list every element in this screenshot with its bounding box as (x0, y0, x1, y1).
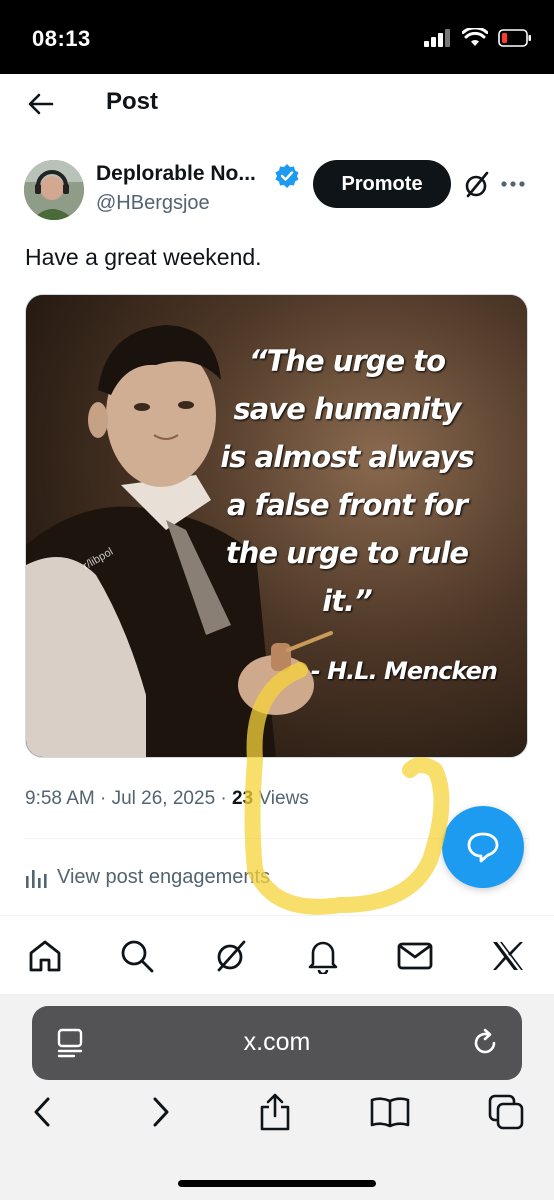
home-icon (29, 940, 61, 972)
browser-forward-button[interactable] (139, 1090, 183, 1134)
chevron-right-icon (153, 1097, 169, 1127)
status-icons (424, 28, 532, 48)
status-time: 08:13 (32, 26, 91, 51)
post-header: Post (0, 74, 554, 134)
quote-line: the urge to rule it.” (225, 536, 469, 618)
verified-badge-icon (275, 164, 299, 188)
tab-notifications[interactable] (303, 936, 343, 976)
bottom-tab-bar (0, 915, 554, 995)
promote-button[interactable]: Promote (313, 160, 451, 208)
reload-icon[interactable] (470, 1028, 500, 1058)
x-logo-icon (493, 942, 523, 970)
post-meta: 9:58 AM · Jul 26, 2025 · 23 Views (25, 788, 309, 810)
wifi-icon (462, 28, 488, 46)
quote-line: a false front for (226, 488, 468, 522)
quote-text: “The urge to save humanity is almost alw… (197, 337, 497, 625)
messages-icon (397, 942, 433, 970)
views-label: Views (258, 788, 309, 809)
tab-x-premium[interactable] (488, 936, 528, 976)
analytics-icon (26, 869, 47, 888)
engagements-label: View post engagements (57, 866, 271, 888)
grok-icon[interactable] (462, 170, 492, 200)
tab-home[interactable] (25, 936, 65, 976)
quote-line: save humanity (233, 392, 462, 426)
grok-icon (217, 940, 246, 972)
tab-search[interactable] (117, 936, 157, 976)
status-bar: 08:13 (0, 0, 554, 74)
back-arrow-icon (28, 93, 54, 115)
back-button[interactable] (22, 86, 58, 122)
tabs-icon (488, 1094, 524, 1130)
chevron-left-icon (34, 1097, 50, 1127)
quote-attribution: - H.L. Mencken (310, 657, 498, 685)
url-text[interactable]: x.com (32, 1028, 522, 1057)
meta-separator: · (220, 788, 233, 809)
cellular-signal-icon (424, 29, 450, 47)
post-image[interactable]: r/libpol “The urge to save humanity is a… (25, 294, 528, 758)
page-title: Post (106, 88, 159, 115)
post-text: Have a great weekend. (25, 244, 262, 270)
post-date[interactable]: Jul 26, 2025 (112, 788, 216, 809)
notifications-icon (308, 941, 338, 974)
quote-line: is almost always (220, 440, 474, 474)
views-count: 23 (232, 788, 254, 809)
book-icon (370, 1097, 410, 1128)
meta-separator: · (100, 788, 112, 809)
avatar[interactable] (24, 160, 84, 220)
battery-icon (498, 29, 531, 47)
avatar-image (24, 160, 84, 220)
share-icon (260, 1093, 290, 1131)
tab-messages[interactable] (395, 936, 435, 976)
quote-line: “The urge to (248, 344, 446, 378)
author-handle[interactable]: @HBergsjoe (96, 192, 210, 215)
browser-back-button[interactable] (20, 1090, 64, 1134)
reply-bubble-icon (467, 832, 499, 863)
author-name[interactable]: Deplorable No... (96, 162, 256, 186)
address-bar[interactable]: x.com (32, 1006, 522, 1080)
tab-grok[interactable] (211, 936, 251, 976)
compose-reply-button[interactable] (442, 806, 524, 888)
more-options-icon[interactable] (500, 172, 526, 196)
home-indicator[interactable] (178, 1180, 376, 1187)
view-engagements-link[interactable]: View post engagements (25, 866, 270, 889)
bookmarks-button[interactable] (368, 1090, 412, 1134)
search-icon (121, 940, 154, 973)
browser-chrome: x.com (0, 994, 554, 1200)
share-button[interactable] (253, 1090, 297, 1134)
tabs-button[interactable] (484, 1090, 528, 1134)
post-time[interactable]: 9:58 AM (25, 788, 95, 809)
